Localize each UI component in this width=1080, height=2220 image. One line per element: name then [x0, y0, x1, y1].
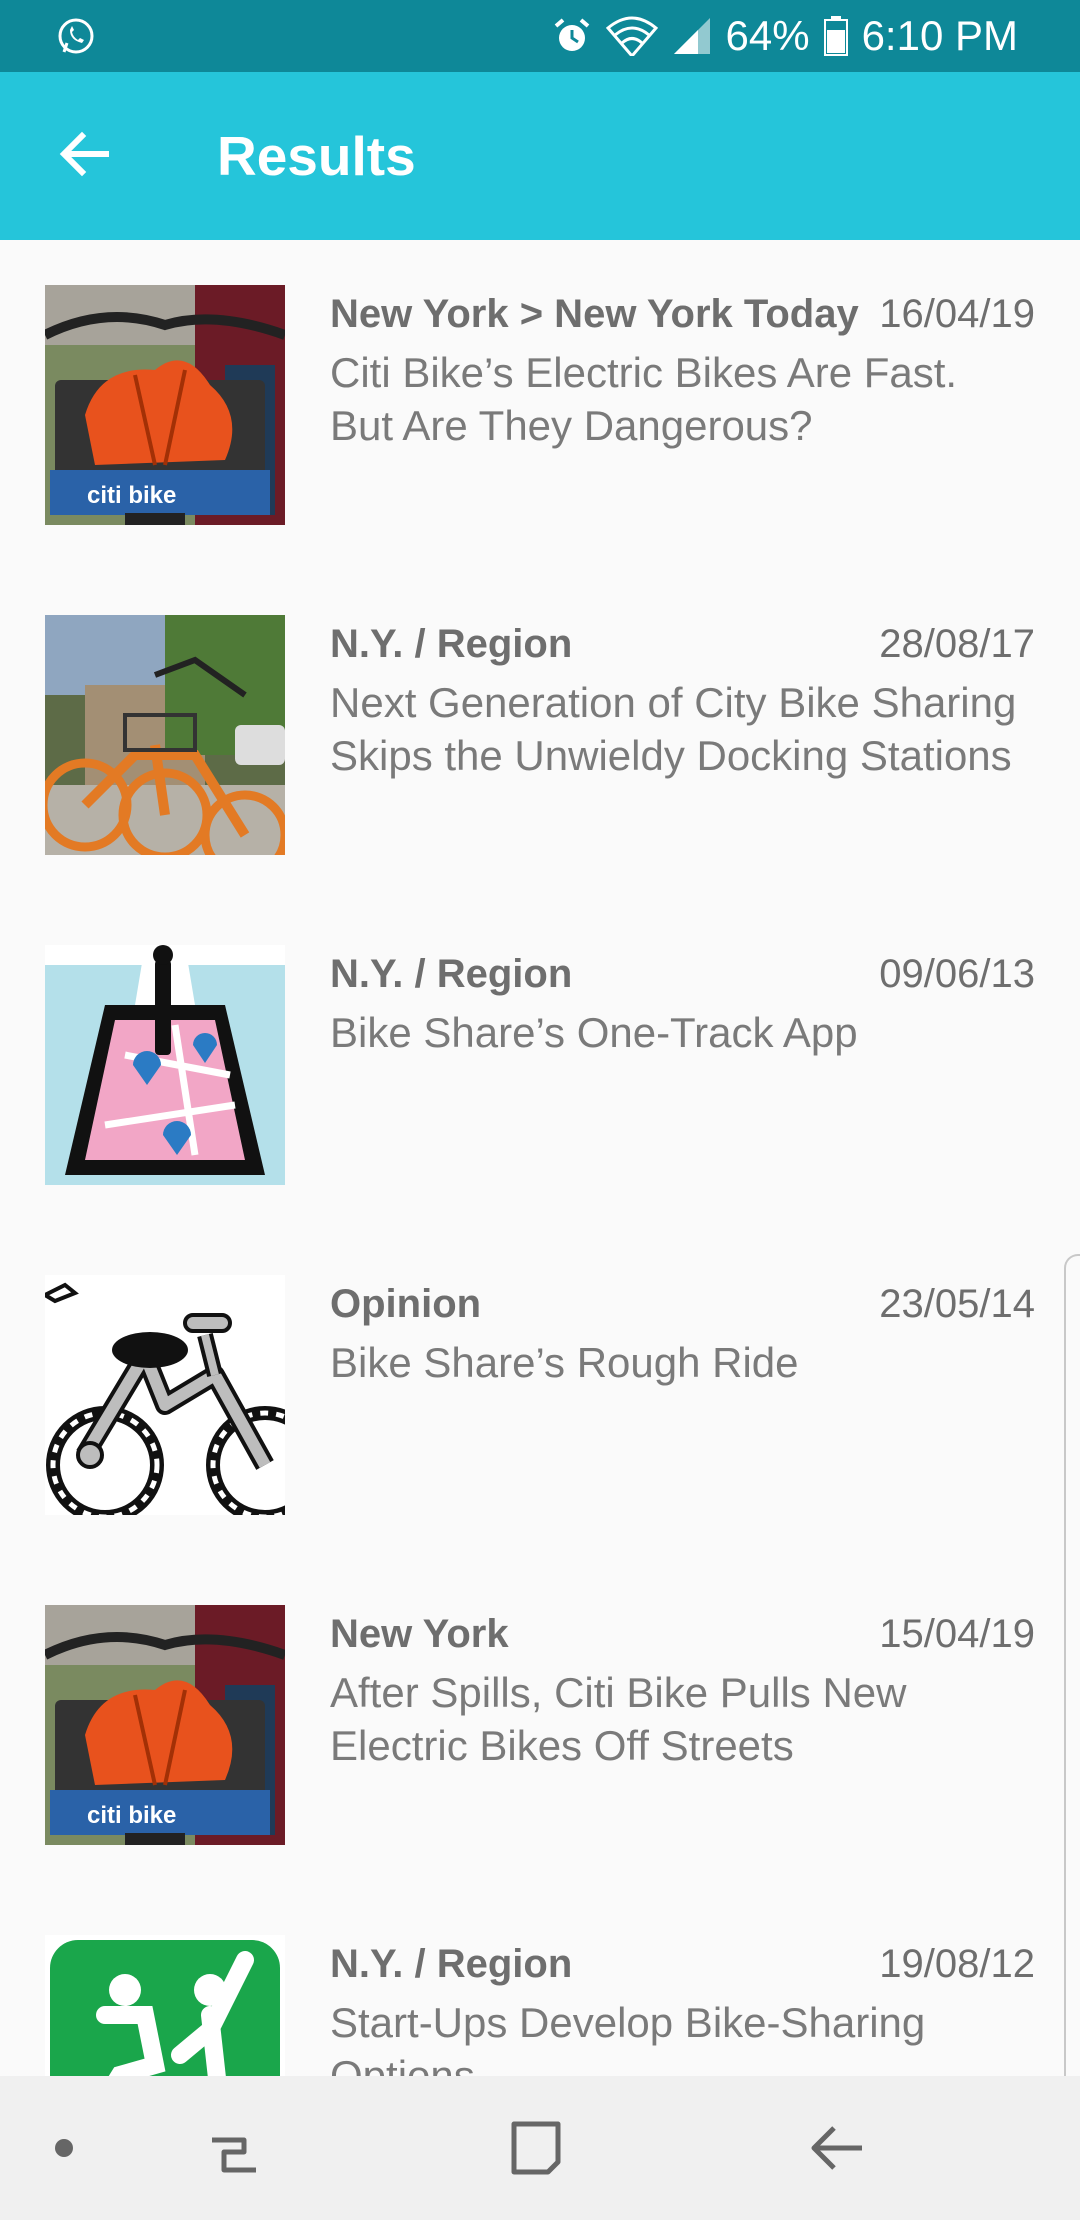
result-section: New York > New York Today	[330, 292, 859, 336]
article-thumbnail	[45, 1935, 285, 2076]
article-thumbnail	[45, 945, 285, 1185]
result-item[interactable]: N.Y. / Region 09/06/13 Bike Share’s One-…	[0, 900, 1080, 1230]
result-headline: Start-Ups Develop Bike-Sharing Options	[330, 1999, 926, 2076]
result-date: 23/05/14	[879, 1282, 1035, 1326]
result-date: 09/06/13	[879, 952, 1035, 996]
result-headline: Bike Share’s One-Track App	[330, 1009, 858, 1056]
result-item[interactable]: citi bike New York 15/04/19 After Spills…	[0, 1560, 1080, 1890]
result-date: 15/04/19	[879, 1612, 1035, 1656]
home-icon[interactable]	[506, 2118, 566, 2178]
arrow-back-icon[interactable]	[52, 122, 116, 186]
dot-icon[interactable]	[34, 2118, 94, 2178]
result-headline: After Spills, Citi Bike Pulls New Electr…	[330, 1669, 907, 1769]
article-thumbnail	[45, 615, 285, 855]
article-thumbnail: citi bike	[45, 1605, 285, 1845]
result-headline: Citi Bike’s Electric Bikes Are Fast. But…	[330, 349, 958, 449]
alarm-icon	[554, 18, 589, 51]
result-date: 28/08/17	[879, 622, 1035, 666]
result-section: Opinion	[330, 1282, 482, 1326]
article-thumbnail: citi bike	[45, 285, 285, 525]
signal-icon	[673, 18, 710, 54]
result-section: New York	[330, 1612, 509, 1656]
back-icon[interactable]	[808, 2118, 868, 2178]
result-section: N.Y. / Region	[330, 622, 573, 666]
result-section: N.Y. / Region	[330, 1942, 573, 1986]
recents-icon[interactable]	[204, 2118, 264, 2178]
result-date: 19/08/12	[879, 1942, 1035, 1986]
result-item[interactable]: N.Y. / Region 19/08/12 Start-Ups Develop…	[0, 1890, 1080, 2076]
article-thumbnail	[45, 1275, 285, 1515]
result-item[interactable]: N.Y. / Region 28/08/17 Next Generation o…	[0, 570, 1080, 900]
scroll-handle[interactable]	[1064, 1254, 1080, 2116]
result-headline: Bike Share’s Rough Ride	[330, 1339, 799, 1386]
system-nav-bar	[0, 2076, 1080, 2220]
result-section: N.Y. / Region	[330, 952, 573, 996]
page-title: Results	[217, 125, 416, 187]
citibike-logo: citi bike	[87, 482, 176, 509]
result-item[interactable]: citi bike New York > New York Today 16/0…	[0, 240, 1080, 570]
battery-icon	[823, 16, 848, 56]
results-list: citi bike New York > New York Today 16/0…	[0, 240, 1080, 2076]
app-bar: Results	[0, 72, 1080, 240]
citibike-logo: citi bike	[87, 1802, 176, 1829]
result-item[interactable]: Opinion 23/05/14 Bike Share’s Rough Ride	[0, 1230, 1080, 1560]
wifi-icon	[605, 16, 658, 56]
clock: 6:10 PM	[861, 12, 1018, 59]
result-headline: Next Generation of City Bike Sharing Ski…	[330, 679, 1017, 779]
result-date: 16/04/19	[879, 292, 1035, 336]
status-bar: 64% 6:10 PM	[0, 0, 1080, 72]
battery-percent: 64%	[725, 12, 810, 59]
whatsapp-icon	[58, 18, 94, 54]
